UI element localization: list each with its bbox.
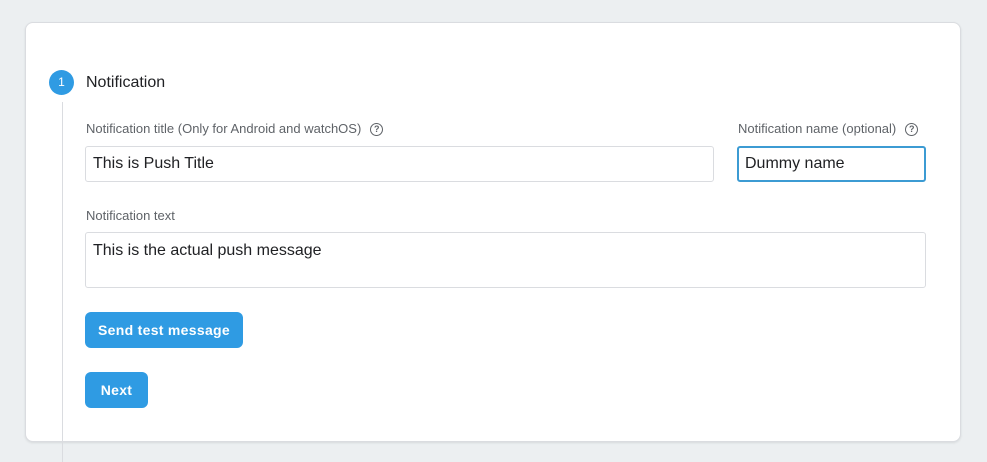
notification-text-label-text: Notification text (86, 208, 175, 223)
notification-card: 1 Notification Notification title (Only … (25, 22, 961, 462)
notification-name-label: Notification name (optional) ? (738, 121, 919, 137)
send-test-message-button[interactable]: Send test message (85, 312, 243, 348)
step-title: Notification (86, 74, 166, 91)
notification-title-label: Notification title (Only for Android and… (86, 121, 384, 137)
step-number-badge: 1 (49, 70, 74, 95)
notification-name-label-text: Notification name (optional) (738, 121, 897, 136)
next-button[interactable]: Next (85, 372, 148, 408)
help-icon[interactable]: ? (905, 122, 919, 136)
step-connector-line (62, 102, 63, 462)
notification-text-input[interactable]: This is the actual push message (85, 232, 926, 288)
notification-title-input[interactable] (85, 146, 714, 182)
help-icon[interactable]: ? (370, 122, 384, 136)
notification-name-input[interactable] (737, 146, 926, 182)
notification-text-label: Notification text (86, 208, 175, 224)
notification-title-label-text: Notification title (Only for Android and… (86, 121, 362, 136)
